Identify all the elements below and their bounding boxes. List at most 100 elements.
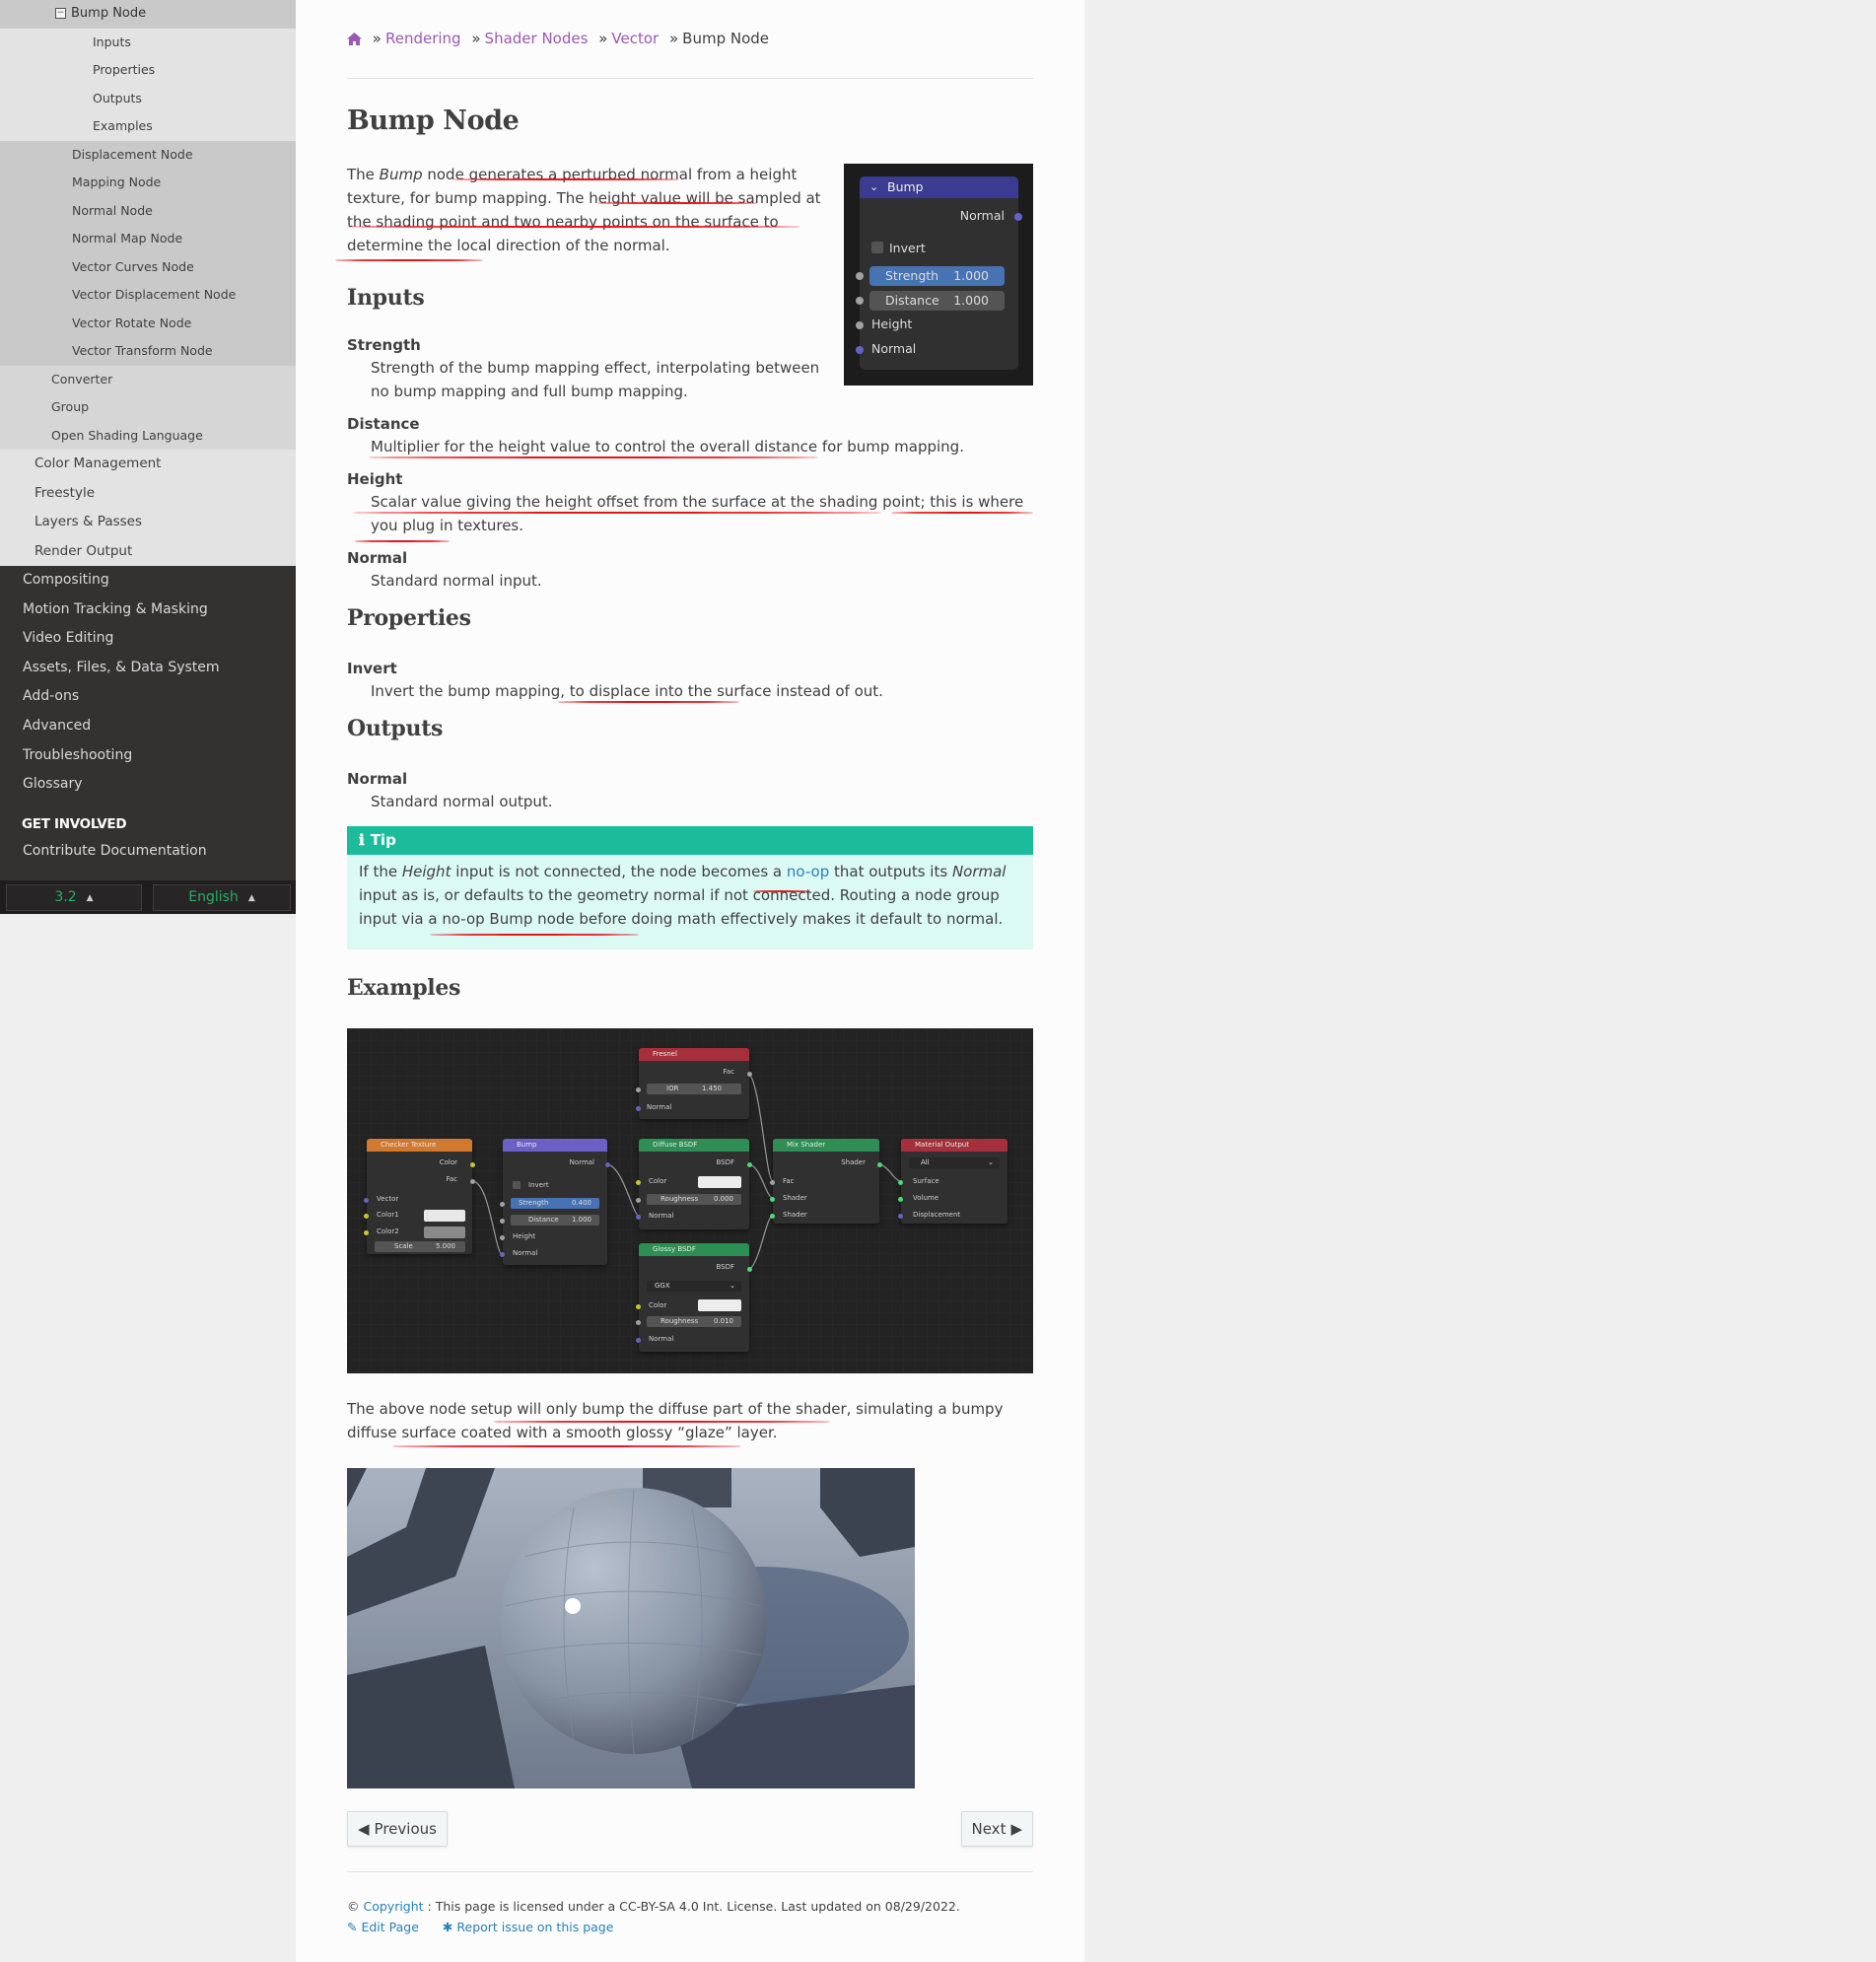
home-icon[interactable]	[347, 32, 362, 49]
node-label: Normal	[647, 1103, 672, 1111]
bump-distance-field: Distance 1.000	[869, 291, 1005, 311]
checker-texture-node: Checker Texture Color Fac Vector Color1 …	[364, 1139, 475, 1254]
node-label: Vector	[377, 1195, 399, 1203]
socket-icon	[770, 1197, 775, 1202]
breadcrumb-vector[interactable]: Vector	[611, 30, 659, 47]
color-swatch	[424, 1210, 465, 1222]
sidebar-item-vector-rotate-node[interactable]: Vector Rotate Node	[0, 309, 296, 337]
language-selector[interactable]: English ▲	[153, 884, 291, 911]
collapse-icon[interactable]: −	[55, 8, 66, 19]
tip-text: If the Height input is not connected, th…	[347, 855, 1033, 931]
sidebar-item-video-editing[interactable]: Video Editing	[0, 624, 296, 654]
socket-icon	[636, 1215, 641, 1220]
socket-icon	[898, 1214, 903, 1219]
sidebar-item-add-ons[interactable]: Add-ons	[0, 682, 296, 712]
sidebar-item-properties[interactable]: Properties	[0, 56, 296, 85]
sidebar-item-open-shading-language[interactable]: Open Shading Language	[0, 421, 296, 450]
version-selector[interactable]: 3.2 ▲	[6, 884, 142, 911]
report-issue-link[interactable]: ✱ Report issue on this page	[443, 1920, 614, 1934]
sidebar-item-examples[interactable]: Examples	[0, 112, 296, 141]
sidebar-item-normal-node[interactable]: Normal Node	[0, 196, 296, 225]
socket-icon	[636, 1180, 641, 1185]
node-label: Normal	[513, 1249, 538, 1257]
breadcrumb-separator: »	[668, 30, 679, 47]
breadcrumb-shader-nodes[interactable]: Shader Nodes	[485, 30, 589, 47]
breadcrumb-separator: »	[598, 30, 608, 47]
sidebar-item-converter[interactable]: Converter	[0, 365, 296, 393]
properties-heading: Properties	[347, 605, 471, 631]
bump-output-label: Normal	[959, 208, 1005, 223]
node-label: Color	[649, 1301, 667, 1309]
tip-admonition: ℹ Tip If the Height input is not connecte…	[347, 826, 1033, 949]
socket-icon	[500, 1202, 505, 1207]
field-value: 1.450	[701, 1085, 722, 1092]
sidebar-item-displacement-node[interactable]: Displacement Node	[0, 140, 296, 169]
bug-icon: ✱	[442, 1920, 453, 1934]
socket-icon	[856, 321, 864, 329]
node-field: Scale 5.000	[375, 1241, 465, 1252]
field-value: All	[921, 1158, 930, 1166]
copyright-link[interactable]: Copyright	[363, 1899, 423, 1914]
distribution-dropdown: GGX ⌄	[647, 1281, 741, 1292]
toc-top-level: Compositing Motion Tracking & Masking Vi…	[0, 566, 296, 866]
sidebar-item-contribute[interactable]: Contribute Documentation	[0, 837, 296, 867]
inputs-heading: Inputs	[347, 285, 425, 311]
sidebar-item-vector-displacement-node[interactable]: Vector Displacement Node	[0, 281, 296, 310]
sidebar-item-freestyle[interactable]: Freestyle	[0, 478, 296, 508]
tip-emphasis: Normal	[951, 863, 1007, 880]
sidebar-item-assets-files[interactable]: Assets, Files, & Data System	[0, 654, 296, 683]
sidebar-item-mapping-node[interactable]: Mapping Node	[0, 169, 296, 197]
edit-page-link[interactable]: ✎ Edit Page	[347, 1920, 419, 1934]
node-title: Bump	[503, 1139, 607, 1152]
sidebar-item-glossary[interactable]: Glossary	[0, 770, 296, 800]
triangle-up-icon: ▲	[86, 893, 94, 903]
edit-icon: ✎	[347, 1920, 358, 1934]
node-label: Volume	[913, 1194, 939, 1202]
sidebar-item-advanced[interactable]: Advanced	[0, 712, 296, 741]
examples-paragraph: The above node setup will only bump the …	[347, 1400, 1004, 1441]
node-title: Mix Shader	[773, 1139, 879, 1152]
sidebar-item-layers-passes[interactable]: Layers & Passes	[0, 508, 296, 537]
socket-icon	[470, 1179, 475, 1184]
breadcrumb-separator: »	[372, 30, 382, 47]
socket-icon	[605, 1162, 610, 1167]
version-language-bar: 3.2 ▲ English ▲	[0, 880, 296, 914]
sidebar-item-vector-transform-node[interactable]: Vector Transform Node	[0, 337, 296, 366]
sidebar-item-render-output[interactable]: Render Output	[0, 536, 296, 566]
language-label: English	[188, 889, 239, 905]
bump-normal-label: Normal	[871, 341, 917, 356]
bump-node-title: Bump	[887, 179, 924, 194]
page-title: Bump Node	[347, 105, 520, 136]
breadcrumb-rendering[interactable]: Rendering	[385, 30, 461, 47]
previous-button[interactable]: ◀ Previous	[347, 1811, 448, 1847]
sidebar-item-group[interactable]: Group	[0, 393, 296, 422]
sidebar-item-troubleshooting[interactable]: Troubleshooting	[0, 741, 296, 771]
sidebar-item-compositing[interactable]: Compositing	[0, 566, 296, 596]
tip-emphasis: Height	[401, 863, 452, 880]
socket-icon	[500, 1235, 505, 1240]
node-label: Normal	[569, 1158, 594, 1166]
glossy-bsdf-node: Glossy BSDF BSDF GGX ⌄ Color Roughness 0.0…	[636, 1243, 752, 1352]
sidebar-item-normal-map-node[interactable]: Normal Map Node	[0, 225, 296, 253]
color-swatch	[698, 1176, 741, 1188]
socket-icon	[877, 1162, 882, 1167]
socket-icon	[500, 1252, 505, 1257]
sidebar-item-bump-node[interactable]: − Bump Node	[0, 0, 296, 29]
sidebar-item-vector-curves-node[interactable]: Vector Curves Node	[0, 252, 296, 281]
bump-node-panel: ⌄ Bump Normal Invert Strength 1.000 Dista…	[856, 176, 1022, 370]
annotation-underline	[355, 540, 450, 542]
arrow-right-circle-icon: ▶	[1010, 1820, 1022, 1838]
next-button[interactable]: Next ▶	[960, 1811, 1033, 1847]
sidebar-item-inputs[interactable]: Inputs	[0, 28, 296, 56]
no-op-link[interactable]: no-op	[787, 863, 829, 880]
node-title: Fresnel	[639, 1048, 749, 1061]
sidebar-item-motion-tracking[interactable]: Motion Tracking & Masking	[0, 596, 296, 625]
example-render-figure	[347, 1468, 915, 1788]
output-def-normal: Standard normal output.	[371, 793, 553, 810]
socket-icon	[364, 1230, 369, 1235]
annotation-underline	[392, 1445, 741, 1447]
input-term-normal: Normal	[347, 549, 408, 567]
sidebar-item-color-management[interactable]: Color Management	[0, 450, 296, 479]
sidebar-item-outputs[interactable]: Outputs	[0, 84, 296, 112]
node-title: Glossy BSDF	[639, 1243, 749, 1256]
